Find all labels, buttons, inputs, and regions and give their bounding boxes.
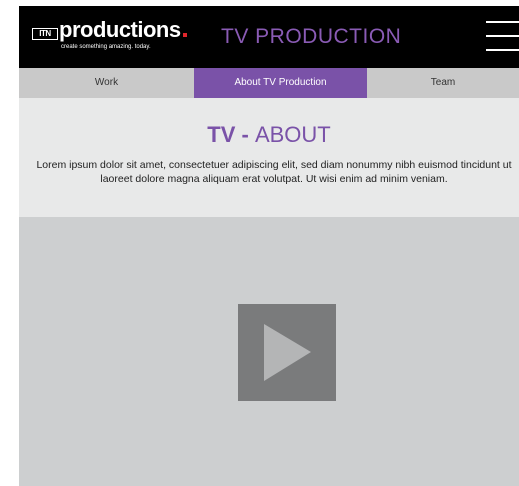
heading-separator: -: [235, 122, 255, 147]
hamburger-menu-icon[interactable]: [486, 20, 519, 54]
brand-logo[interactable]: ITN productions create something amazing…: [32, 17, 187, 55]
menu-bar: [486, 49, 519, 51]
tab-work[interactable]: Work: [19, 68, 194, 98]
about-section: TV - ABOUT Lorem ipsum dolor sit amet, c…: [19, 98, 519, 217]
page-frame: ITN productions create something amazing…: [19, 6, 519, 486]
logo-badge: ITN: [32, 28, 58, 40]
menu-bar: [486, 21, 519, 23]
tab-about-tv-production[interactable]: About TV Production: [194, 68, 367, 98]
play-button[interactable]: [238, 304, 336, 401]
play-icon: [264, 324, 311, 381]
nav-tabs: Work About TV Production Team: [19, 68, 519, 98]
heading-bold: TV: [207, 122, 236, 147]
site-header: ITN productions create something amazing…: [19, 6, 519, 68]
tab-team[interactable]: Team: [367, 68, 519, 98]
about-heading: TV - ABOUT: [19, 122, 519, 148]
page-title: TV PRODUCTION: [221, 25, 402, 48]
menu-bar: [486, 35, 519, 37]
logo-wordmark: productions: [59, 17, 181, 42]
logo-dot: [183, 33, 187, 37]
logo-tagline: create something amazing. today.: [61, 44, 151, 50]
heading-rest: ABOUT: [254, 122, 331, 147]
about-body-text: Lorem ipsum dolor sit amet, consectetuer…: [36, 159, 512, 185]
video-player[interactable]: [19, 217, 519, 486]
